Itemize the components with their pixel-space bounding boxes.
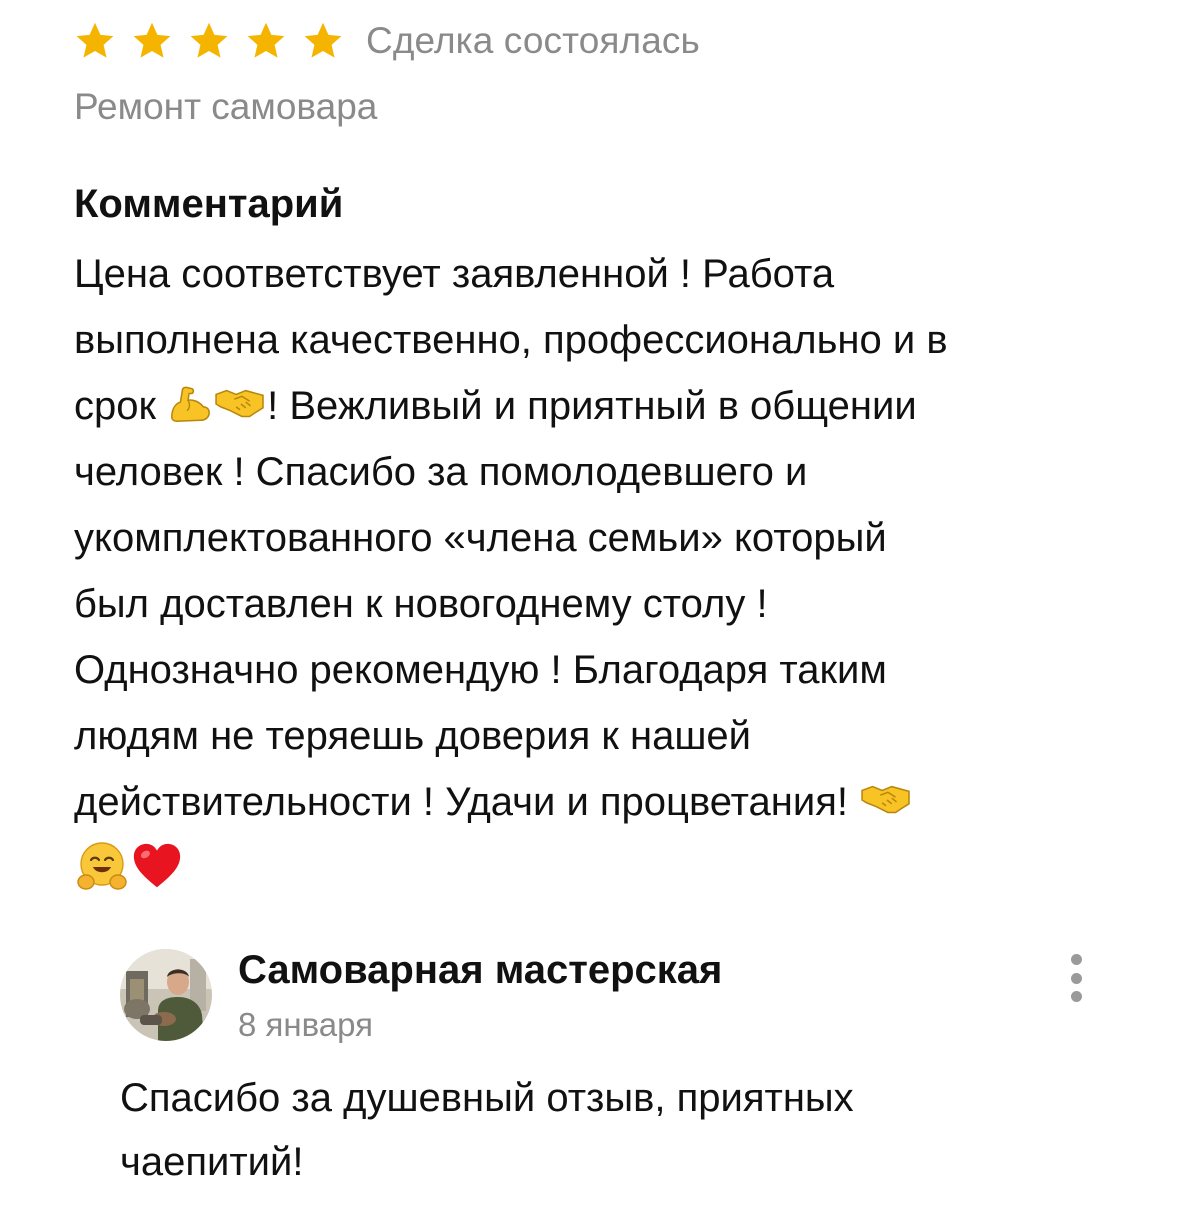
handshake-icon bbox=[861, 786, 910, 814]
more-vertical-icon bbox=[1070, 954, 1082, 965]
flexed-biceps-icon bbox=[171, 387, 211, 423]
comment-line-part: срок bbox=[74, 384, 168, 428]
comment-line: выполнена качественно, профессионально и… bbox=[74, 318, 948, 362]
more-vertical-icon bbox=[1070, 972, 1082, 984]
comment-line: был доставлен к новогоднему столу ! bbox=[74, 582, 768, 626]
comment-line bbox=[74, 835, 1134, 901]
star-icon bbox=[76, 22, 114, 58]
star-icon bbox=[247, 22, 285, 58]
avatar-photo bbox=[120, 949, 212, 1041]
comment-line: Цена соответствует заявленной ! Работа bbox=[74, 252, 835, 296]
avatar[interactable] bbox=[120, 949, 212, 1041]
seller-reply: Самоварная мастерская 8 января Спасибо з… bbox=[120, 940, 1100, 1200]
comment-line: людям не теряешь доверия к нашей bbox=[74, 714, 752, 758]
star-rating bbox=[74, 20, 344, 62]
reply-date: 8 января bbox=[238, 1006, 373, 1043]
more-vertical-icon bbox=[1070, 991, 1082, 1002]
comment-text: Цена соответствует заявленной ! Работа в… bbox=[74, 241, 1134, 901]
service-name: Ремонт самовара bbox=[74, 86, 378, 127]
hugging-face-icon bbox=[77, 842, 127, 891]
comment-line: человек ! Спасибо за помолодевшего и bbox=[74, 450, 808, 494]
comment-line: Однозначно рекомендую ! Благодаря таким bbox=[74, 648, 887, 692]
star-icon bbox=[304, 22, 342, 58]
deal-status-text: Сделка состоялась bbox=[366, 20, 700, 61]
more-options-button[interactable] bbox=[1058, 954, 1094, 1002]
comment-line: срок ! Вежливый и приятный в общении bbox=[74, 373, 1134, 439]
red-heart-icon bbox=[133, 844, 181, 888]
reply-line: чаепитий! bbox=[120, 1140, 304, 1184]
reply-text: Спасибо за душевный отзыв, приятных чаеп… bbox=[120, 1066, 1080, 1194]
comment-line-part: ! Вежливый и приятный в общении bbox=[267, 384, 917, 428]
star-icon bbox=[133, 22, 171, 58]
handshake-icon bbox=[215, 390, 264, 418]
rating-row: Сделка состоялась bbox=[74, 18, 700, 64]
comment-line: действительности ! Удачи и процветания! bbox=[74, 769, 1134, 835]
star-icon bbox=[190, 22, 228, 58]
comment-line: укомплектованного «члена семьи» который bbox=[74, 516, 887, 560]
reply-author-name[interactable]: Самоварная мастерская bbox=[238, 948, 722, 993]
reply-line: Спасибо за душевный отзыв, приятных bbox=[120, 1076, 854, 1120]
comment-heading: Комментарий bbox=[74, 182, 344, 226]
comment-line-part: действительности ! Удачи и процветания! bbox=[74, 780, 860, 824]
